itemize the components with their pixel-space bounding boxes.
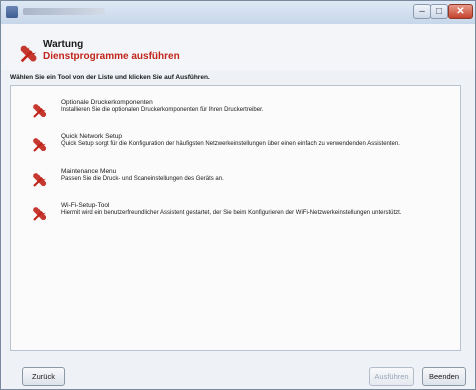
tool-title: Maintenance Menu: [61, 168, 117, 175]
tool-title: Wi-Fi-Setup-Tool: [61, 202, 110, 209]
exit-button[interactable]: Beenden: [422, 367, 466, 386]
run-button[interactable]: Ausführen: [369, 367, 414, 386]
instruction-text: Wählen Sie ein Tool von der Liste und kl…: [10, 74, 210, 81]
tool-description: Installieren Sie die optionalen Druckerk…: [61, 107, 264, 113]
back-button[interactable]: Zurück: [22, 367, 65, 386]
close-button[interactable]: ✕: [448, 4, 473, 19]
tool-title: Optionale Druckerkomponenten: [61, 99, 153, 106]
tools-icon: [33, 104, 46, 118]
window-title: [23, 8, 105, 15]
tool-description: Quick Setup sorgt für die Konfiguration …: [61, 141, 400, 147]
maximize-button[interactable]: □: [430, 4, 448, 19]
tools-icon: [33, 207, 46, 221]
tools-icon: [20, 45, 37, 63]
tool-description: Passen Sie die Druck- und Scaneinstellun…: [61, 176, 224, 182]
tool-item-optional-components[interactable]: Optionale Druckerkomponenten Installiere…: [11, 96, 460, 126]
minimize-button[interactable]: –: [413, 4, 431, 19]
tool-title: Quick Network Setup: [61, 133, 123, 140]
tools-icon: [33, 173, 46, 187]
tool-item-wifi-setup-tool[interactable]: Wi-Fi-Setup-Tool Hiermit wird ein benutz…: [11, 199, 460, 229]
app-icon: [6, 6, 18, 18]
page-title: Wartung: [43, 39, 84, 50]
maintenance-window: – □ ✕ Wartung Dienstprogramme ausführen …: [0, 0, 476, 390]
header: Wartung Dienstprogramme ausführen: [1, 24, 475, 70]
title-bar[interactable]: – □ ✕: [1, 1, 475, 25]
tool-list: Optionale Druckerkomponenten Installiere…: [10, 85, 461, 351]
tools-icon: [33, 138, 46, 152]
tool-description: Hiermit wird ein benutzerfreundlicher As…: [61, 210, 402, 216]
page-subtitle: Dienstprogramme ausführen: [43, 51, 180, 62]
tool-item-maintenance-menu[interactable]: Maintenance Menu Passen Sie die Druck- u…: [11, 165, 460, 195]
tool-item-quick-network-setup[interactable]: Quick Network Setup Quick Setup sorgt fü…: [11, 130, 460, 160]
